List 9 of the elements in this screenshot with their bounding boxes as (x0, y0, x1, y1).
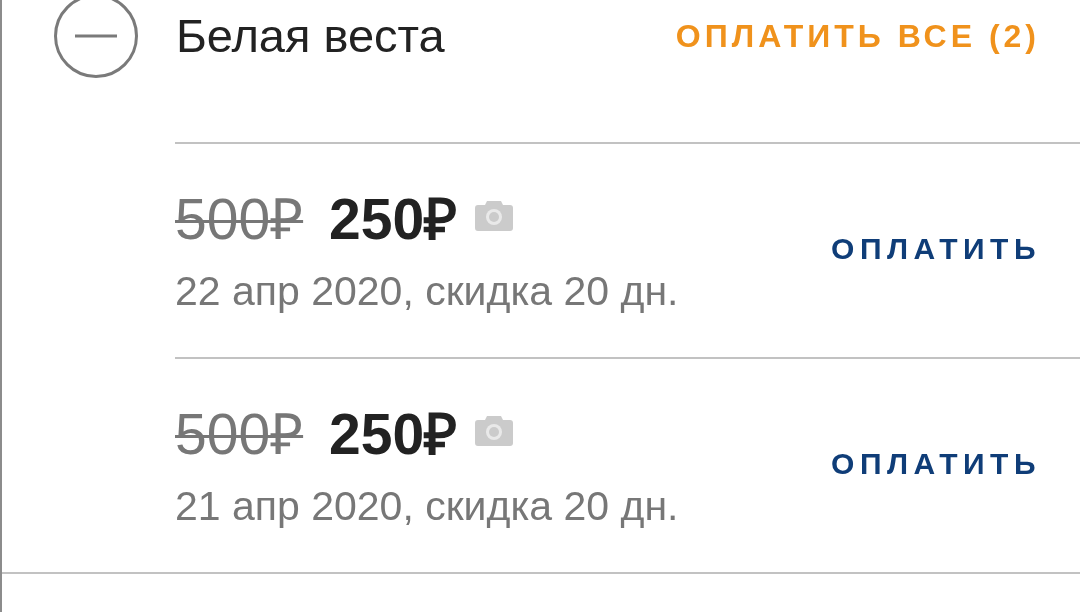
fine-details: 22 апр 2020, скидка 20 дн. (175, 271, 680, 311)
old-price: 500₽ (175, 402, 304, 466)
pay-button[interactable]: ОПЛАТИТЬ (831, 444, 1041, 484)
discounted-price: 250₽ (329, 402, 458, 466)
group-title: Белая веста (176, 8, 446, 64)
fine-details: 21 апр 2020, скидка 20 дн. (175, 486, 680, 526)
old-price: 500₽ (175, 187, 304, 251)
pay-button[interactable]: ОПЛАТИТЬ (831, 229, 1041, 269)
discounted-price: 250₽ (329, 187, 458, 251)
